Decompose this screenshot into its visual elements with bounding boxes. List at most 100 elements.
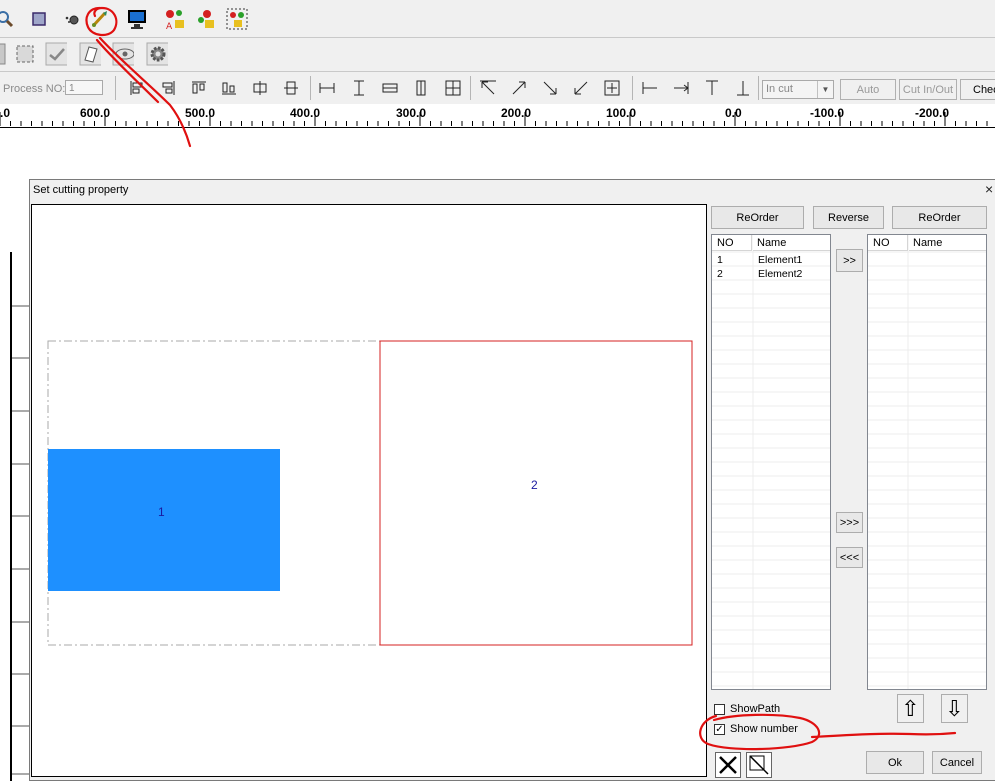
same-width-icon[interactable] — [316, 77, 338, 99]
arrow-bottom-left-icon[interactable] — [570, 77, 592, 99]
same-height-icon[interactable] — [348, 77, 370, 99]
distribute-horizontal-icon[interactable] — [379, 77, 401, 99]
process-no-label: Process NO: — [3, 83, 66, 95]
element-order-list[interactable]: NO Name 1 Element1 2 Element2 — [711, 234, 831, 690]
ruler-label: .0 — [0, 106, 11, 120]
ruler-label: 500.0 — [185, 106, 216, 120]
distribute-vertical-icon[interactable] — [410, 77, 432, 99]
center-point-icon[interactable] — [601, 77, 623, 99]
zoom-icon[interactable] — [0, 8, 16, 30]
checkmark-icon: ✓ — [715, 724, 724, 735]
close-icon[interactable]: × — [985, 181, 993, 197]
layer-sort-icon[interactable]: A — [164, 8, 186, 30]
move-down-icon[interactable] — [732, 77, 754, 99]
cut-in-out-button[interactable]: Cut In/Out — [899, 79, 957, 100]
move-up-icon[interactable] — [701, 77, 723, 99]
column-header-no[interactable]: NO — [868, 235, 908, 251]
eraser-icon[interactable] — [79, 42, 101, 66]
cutting-property-icon[interactable] — [89, 8, 111, 30]
center-vertical-icon[interactable] — [280, 77, 302, 99]
arrow-up-icon: ⇧ — [901, 695, 920, 721]
check-button[interactable]: Chec — [960, 79, 995, 100]
ok-button[interactable]: Ok — [866, 751, 924, 774]
list-item-no: 2 — [717, 268, 723, 280]
list-row-lines — [868, 235, 986, 689]
ruler-label: 400.0 — [290, 106, 321, 120]
resize-corner-icon[interactable] — [746, 752, 772, 778]
ruler-label: 100.0 — [606, 106, 637, 120]
cut-mode-value: In cut — [766, 83, 793, 95]
ruler-ticks — [0, 112, 988, 126]
cut-order-list[interactable]: NO Name — [867, 234, 987, 690]
move-down-button[interactable]: ⇩ — [941, 694, 968, 723]
cancel-button[interactable]: Cancel — [932, 751, 982, 774]
monitor-icon[interactable] — [126, 8, 148, 30]
ruler-label: 300.0 — [396, 106, 427, 120]
move-left-icon[interactable] — [639, 77, 661, 99]
settings-gear-icon[interactable] — [146, 42, 168, 66]
preview-canvas[interactable]: 1 2 — [31, 204, 707, 777]
align-left-icon[interactable] — [126, 77, 148, 99]
column-header-no[interactable]: NO — [712, 235, 752, 251]
move-up-button[interactable]: ⇧ — [897, 694, 924, 723]
grid-array-icon[interactable] — [442, 77, 464, 99]
preview-eye-icon[interactable] — [112, 42, 134, 66]
move-all-left-button[interactable]: <<< — [836, 547, 863, 568]
reorder-left-button[interactable]: ReOrder — [711, 206, 804, 229]
toolbar-divider — [310, 76, 311, 100]
horizontal-ruler: .0 600.0 500.0 400.0 300.0 200.0 100.0 0… — [0, 104, 995, 128]
ruler-label: 200.0 — [501, 106, 532, 120]
move-right-icon[interactable] — [670, 77, 692, 99]
move-right-button[interactable]: >> — [836, 249, 863, 272]
auto-button[interactable]: Auto — [840, 79, 896, 100]
arrow-bottom-right-icon[interactable] — [539, 77, 561, 99]
rectangle-icon[interactable] — [28, 8, 50, 30]
arrow-down-icon: ⇩ — [945, 695, 964, 721]
toolbar-divider — [115, 76, 116, 100]
preview-drawing — [47, 340, 693, 646]
align-right-icon[interactable] — [157, 77, 179, 99]
center-horizontal-icon[interactable] — [249, 77, 271, 99]
dialog-title: Set cutting property — [33, 184, 129, 196]
layer-select-icon[interactable] — [226, 8, 248, 30]
delete-path-icon[interactable] — [715, 752, 741, 778]
toolbar-divider — [470, 76, 471, 100]
list-row-lines — [712, 235, 830, 689]
show-path-label: ShowPath — [730, 703, 781, 715]
element-1-shape[interactable] — [48, 449, 280, 591]
ruler-label: 600.0 — [80, 106, 111, 120]
list-item-name: Element1 — [758, 254, 803, 266]
toolbar-divider — [758, 76, 759, 100]
list-item-no: 1 — [717, 254, 723, 266]
pierce-point-icon[interactable] — [60, 8, 82, 30]
cut-mode-select[interactable]: In cut ▼ — [762, 80, 834, 99]
element-1-number: 1 — [158, 505, 165, 519]
show-number-label: Show number — [730, 723, 798, 735]
column-header-name[interactable]: Name — [753, 235, 830, 251]
element-2-shape[interactable] — [379, 340, 693, 646]
marquee-icon[interactable] — [13, 43, 35, 65]
show-number-checkbox[interactable]: ✓ — [714, 724, 725, 735]
check-icon[interactable] — [45, 42, 67, 66]
process-no-input[interactable]: 1 — [65, 80, 103, 95]
toolbar-main: A — [0, 0, 995, 38]
arrow-top-left-icon[interactable] — [477, 77, 499, 99]
reorder-right-button[interactable]: ReOrder — [892, 206, 987, 229]
arrow-top-right-icon[interactable] — [508, 77, 530, 99]
ruler-label: -200.0 — [915, 106, 950, 120]
toolbar-divider — [632, 76, 633, 100]
align-top-icon[interactable] — [188, 77, 210, 99]
chevron-down-icon[interactable]: ▼ — [817, 81, 833, 98]
move-all-right-button[interactable]: >>> — [836, 512, 863, 533]
column-header-name[interactable]: Name — [909, 235, 986, 251]
reverse-button[interactable]: Reverse — [813, 206, 884, 229]
svg-text:A: A — [166, 22, 173, 30]
element-2-number: 2 — [531, 478, 538, 492]
ruler-label: -100.0 — [810, 106, 845, 120]
layer-order-icon[interactable] — [196, 8, 218, 30]
toolbar-secondary — [0, 38, 995, 72]
list-item-name: Element2 — [758, 268, 803, 280]
show-path-checkbox[interactable] — [714, 704, 725, 715]
align-bottom-icon[interactable] — [218, 77, 240, 99]
ruler-label: 0.0 — [725, 106, 742, 120]
